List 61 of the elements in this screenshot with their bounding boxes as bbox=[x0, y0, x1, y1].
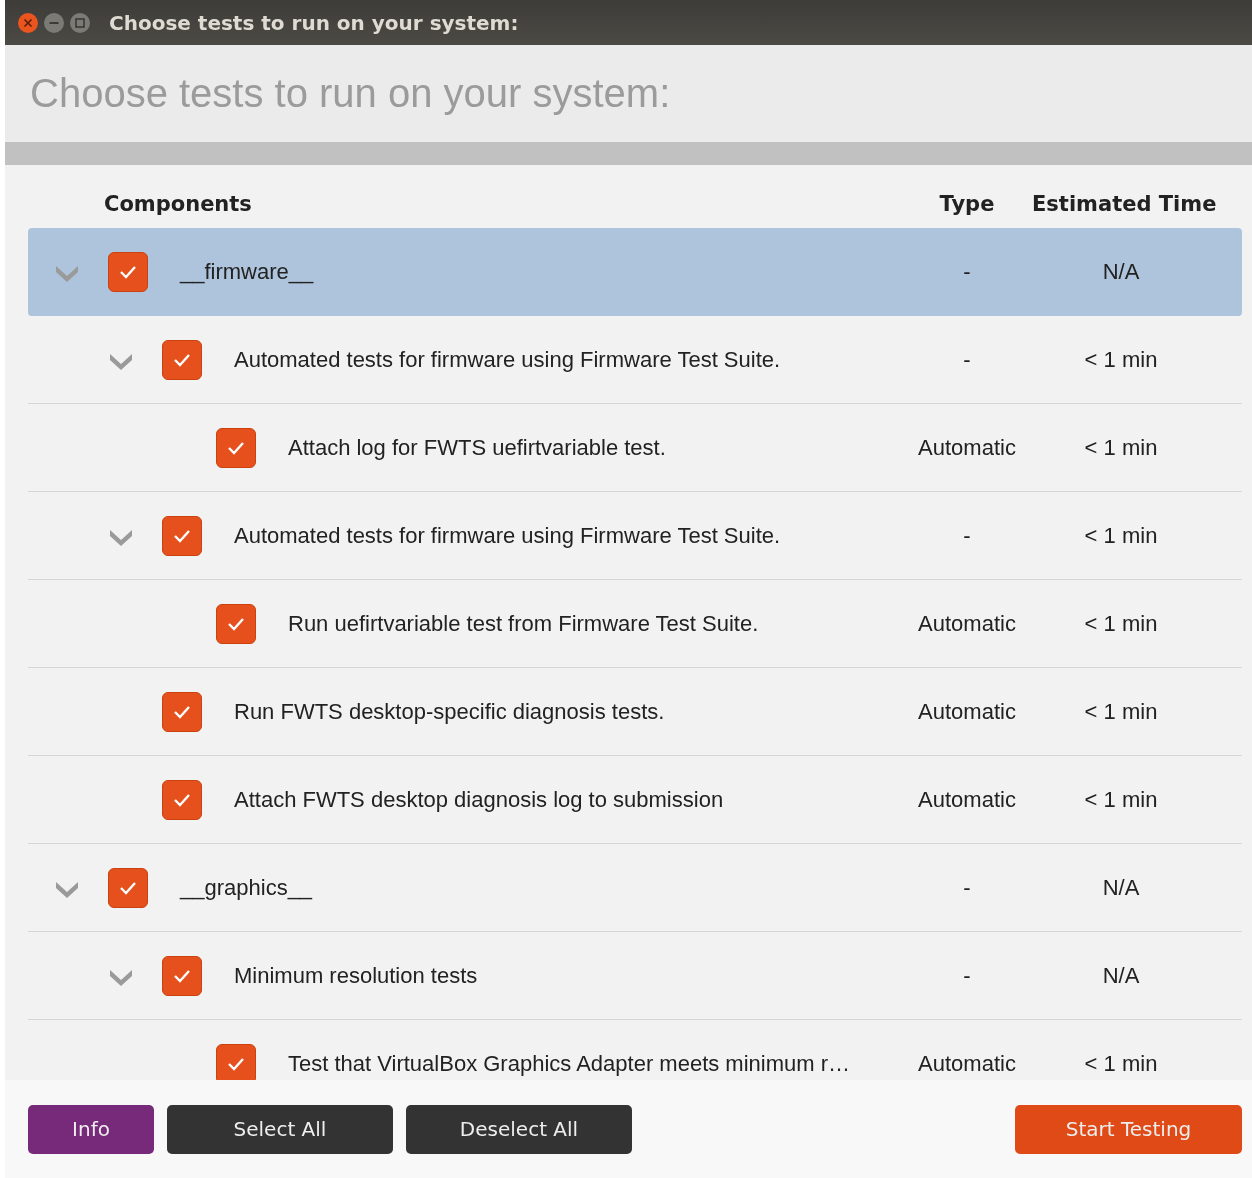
window-title: Choose tests to run on your system: bbox=[109, 10, 519, 35]
type-cell-text: Automatic bbox=[917, 1050, 1017, 1077]
component-name: Minimum resolution tests bbox=[234, 962, 478, 989]
maximize-icon[interactable] bbox=[69, 11, 91, 34]
component-name: Automated tests for firmware using Firmware Test Suite. bbox=[234, 346, 781, 373]
component-name: Automated tests for firmware using Firmware Test Suite. bbox=[234, 522, 781, 549]
checkbox[interactable] bbox=[108, 251, 148, 292]
time-cell-text: N/A bbox=[1101, 962, 1141, 989]
column-header: Estimated Time bbox=[1032, 192, 1218, 216]
checkbox[interactable] bbox=[216, 427, 256, 468]
checkbox[interactable] bbox=[162, 339, 202, 380]
component-name: Test that VirtualBox Graphics Adapter meets minimum r… bbox=[288, 1050, 851, 1077]
action-button[interactable]: Info bbox=[28, 1104, 154, 1154]
time-cell-text: N/A bbox=[1101, 874, 1141, 901]
tree-row[interactable]: Run uefirtvariable test from Firmware Test Suite. Automatic < 1 min bbox=[28, 580, 1242, 668]
close-icon[interactable] bbox=[17, 11, 39, 34]
time-cell-text: < 1 min bbox=[1083, 522, 1159, 549]
start-button[interactable]: Start Testing bbox=[1015, 1104, 1242, 1154]
type-cell-text: - bbox=[962, 522, 972, 549]
time-cell-text: < 1 min bbox=[1083, 698, 1159, 725]
type-cell-text: Automatic bbox=[917, 610, 1017, 637]
component-name: Run FWTS desktop-specific diagnosis tests. bbox=[234, 698, 665, 725]
page-heading: Choose tests to run on your system: bbox=[30, 71, 671, 116]
column-header: Type bbox=[938, 192, 996, 216]
component-name: Attach FWTS desktop diagnosis log to submission bbox=[234, 786, 724, 813]
tree-row[interactable]: Automated tests for firmware using Firmware Test Suite. - < 1 min bbox=[28, 316, 1242, 404]
checkbox[interactable] bbox=[162, 955, 202, 996]
type-cell-text: Automatic bbox=[917, 786, 1017, 813]
checkbox[interactable] bbox=[162, 691, 202, 732]
type-cell-text: - bbox=[962, 258, 972, 285]
time-cell-text: < 1 min bbox=[1083, 610, 1159, 637]
time-cell-text: < 1 min bbox=[1083, 786, 1159, 813]
action-button[interactable]: Select All bbox=[167, 1104, 393, 1154]
time-cell-text: < 1 min bbox=[1083, 346, 1159, 373]
type-cell-text: - bbox=[962, 962, 972, 989]
tree-row[interactable]: Automated tests for firmware using Firmware Test Suite. - < 1 min bbox=[28, 492, 1242, 580]
checkbox[interactable] bbox=[216, 603, 256, 644]
column-header: Components bbox=[103, 192, 253, 216]
component-name: __firmware__ bbox=[180, 258, 314, 285]
component-name: __graphics__ bbox=[180, 874, 313, 901]
minimize-icon[interactable] bbox=[43, 11, 65, 34]
checkbox[interactable] bbox=[108, 867, 148, 908]
tree-row[interactable]: Attach FWTS desktop diagnosis log to submission Automatic < 1 min bbox=[28, 756, 1242, 844]
tree-row[interactable]: Attach log for FWTS uefirtvariable test. Automatic < 1 min bbox=[28, 404, 1242, 492]
time-cell-text: N/A bbox=[1101, 258, 1141, 285]
type-cell-text: - bbox=[962, 874, 972, 901]
action-button[interactable]: Deselect All bbox=[406, 1104, 632, 1154]
type-cell-text: Automatic bbox=[917, 434, 1017, 461]
checkbox[interactable] bbox=[162, 515, 202, 556]
component-name: Run uefirtvariable test from Firmware Test Suite. bbox=[288, 610, 759, 637]
tree-row[interactable]: Run FWTS desktop-specific diagnosis tests. Automatic < 1 min bbox=[28, 668, 1242, 756]
time-cell-text: < 1 min bbox=[1083, 1050, 1159, 1077]
type-cell-text: Automatic bbox=[917, 698, 1017, 725]
checkbox[interactable] bbox=[162, 779, 202, 820]
component-name: Attach log for FWTS uefirtvariable test. bbox=[288, 434, 666, 461]
tree-row[interactable]: __graphics__ - N/A bbox=[28, 844, 1242, 932]
time-cell-text: < 1 min bbox=[1083, 434, 1159, 461]
type-cell-text: - bbox=[962, 346, 972, 373]
tree-row[interactable]: Minimum resolution tests - N/A bbox=[28, 932, 1242, 1020]
checkbox[interactable] bbox=[216, 1043, 256, 1080]
tree-row[interactable]: __firmware__ - N/A bbox=[28, 228, 1242, 316]
